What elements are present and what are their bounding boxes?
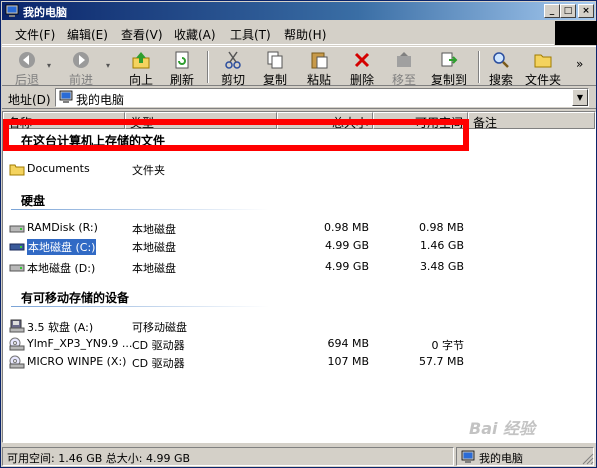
column-header-notes[interactable]: 备注 bbox=[468, 112, 595, 130]
toolbar-overflow-chevron[interactable]: » bbox=[576, 57, 583, 71]
resize-grip-icon[interactable] bbox=[582, 453, 594, 465]
refresh-button[interactable]: 刷新 bbox=[165, 50, 199, 87]
up-folder-icon bbox=[132, 52, 150, 69]
copy-icon bbox=[267, 51, 283, 69]
floppy-icon bbox=[9, 319, 25, 333]
folders-button[interactable]: 文件夹 bbox=[523, 50, 563, 87]
copy-to-button[interactable]: 复制到 bbox=[427, 50, 471, 87]
toolbar-separator bbox=[207, 51, 209, 83]
menu-edit[interactable]: 编辑(E) bbox=[67, 26, 108, 43]
move-to-icon bbox=[397, 52, 411, 67]
group-header-removable: 有可移动存储的设备 bbox=[21, 291, 130, 305]
my-computer-icon bbox=[461, 450, 475, 463]
folder-icon bbox=[534, 54, 552, 68]
copy-button[interactable]: 复制 bbox=[258, 50, 292, 87]
list-item-ramdisk[interactable]: RAMDisk (R:) 本地磁盘 0.98 MB 0.98 MB bbox=[9, 219, 469, 237]
menu-tools[interactable]: 工具(T) bbox=[230, 26, 271, 43]
search-button[interactable]: 搜索 bbox=[484, 50, 518, 87]
drive-icon bbox=[9, 225, 25, 233]
forward-dropdown-icon[interactable]: ▾ bbox=[106, 61, 110, 70]
address-label: 地址(D) bbox=[8, 93, 51, 107]
scissors-icon bbox=[225, 51, 241, 69]
folder-icon bbox=[9, 164, 25, 176]
status-location: 我的电脑 bbox=[456, 447, 594, 466]
status-bar: 可用空间: 1.46 GB 总大小: 4.99 GB 我的电脑 bbox=[2, 446, 596, 467]
cd-icon bbox=[9, 337, 25, 351]
cd-icon bbox=[9, 355, 25, 369]
status-location-label: 我的电脑 bbox=[479, 452, 523, 465]
delete-x-icon bbox=[354, 52, 370, 68]
group-header-hard-disks: 硬盘 bbox=[21, 194, 46, 208]
toolbar-separator bbox=[478, 51, 480, 83]
list-item-documents[interactable]: Documents 文件夹 bbox=[9, 160, 469, 178]
paste-button[interactable]: 粘贴 bbox=[302, 50, 336, 87]
back-dropdown-icon[interactable]: ▾ bbox=[47, 61, 51, 70]
my-computer-icon bbox=[59, 90, 73, 103]
address-bar: 地址(D) 我的电脑 ▼ bbox=[2, 87, 596, 109]
windows-logo-area bbox=[555, 21, 597, 45]
menu-favorites[interactable]: 收藏(A) bbox=[174, 26, 216, 43]
file-list-view[interactable]: 名称 类型 总大小 可用空间 备注 在这台计算机上存储的文件 Documents… bbox=[2, 111, 596, 443]
address-dropdown-button[interactable]: ▼ bbox=[572, 89, 588, 106]
title-bar[interactable]: 我的电脑 _ □ × bbox=[2, 2, 595, 20]
drive-icon bbox=[9, 243, 25, 251]
menu-file[interactable]: 文件(F) bbox=[15, 26, 55, 43]
forward-button[interactable]: 前进 bbox=[64, 50, 98, 87]
group-divider bbox=[11, 306, 269, 307]
menu-bar: 文件(F) 编辑(E) 查看(V) 收藏(A) 工具(T) 帮助(H) bbox=[2, 21, 554, 45]
status-text: 可用空间: 1.46 GB 总大小: 4.99 GB bbox=[2, 447, 454, 466]
list-item-floppy-a[interactable]: 3.5 软盘 (A:) 可移动磁盘 bbox=[9, 317, 469, 335]
address-field[interactable]: 我的电脑 ▼ bbox=[55, 88, 589, 107]
back-arrow-icon bbox=[19, 52, 35, 68]
group-divider bbox=[11, 209, 269, 210]
move-to-button[interactable]: 移至 bbox=[387, 50, 421, 87]
toolbar: 后退 ▾ 前进 ▾ 向上 刷新 剪切 复制 粘贴 删除 移至 复制到 搜索 文件… bbox=[2, 46, 596, 87]
minimize-button[interactable]: _ bbox=[544, 4, 560, 18]
menu-view[interactable]: 查看(V) bbox=[121, 26, 163, 43]
address-value: 我的电脑 bbox=[76, 93, 125, 107]
list-item-drive-d[interactable]: 本地磁盘 (D:) 本地磁盘 4.99 GB 3.48 GB bbox=[9, 258, 469, 276]
up-button[interactable]: 向上 bbox=[124, 50, 158, 87]
menu-help[interactable]: 帮助(H) bbox=[284, 26, 326, 43]
search-icon bbox=[493, 52, 509, 68]
maximize-button[interactable]: □ bbox=[560, 4, 576, 18]
back-button[interactable]: 后退 bbox=[10, 50, 44, 87]
cut-button[interactable]: 剪切 bbox=[216, 50, 250, 87]
delete-button[interactable]: 删除 bbox=[345, 50, 379, 87]
refresh-icon bbox=[175, 51, 189, 69]
red-annotation-box bbox=[3, 119, 469, 151]
forward-arrow-icon bbox=[73, 52, 89, 68]
list-item-cd-winpe[interactable]: MICRO WINPE (X:) CD 驱动器 107 MB 57.7 MB bbox=[9, 353, 469, 371]
copy-to-icon bbox=[441, 52, 458, 67]
my-computer-icon bbox=[5, 4, 19, 17]
list-item-drive-c[interactable]: 本地磁盘 (C:) 本地磁盘 4.99 GB 1.46 GB bbox=[9, 237, 469, 255]
close-button[interactable]: × bbox=[578, 4, 594, 18]
explorer-window: 我的电脑 _ □ × 文件(F) 编辑(E) 查看(V) 收藏(A) 工具(T)… bbox=[0, 0, 597, 468]
watermark: Bai 经验 bbox=[469, 419, 536, 438]
clipboard-icon bbox=[311, 52, 328, 69]
list-item-cd-ylmf[interactable]: YlmF_XP3_YN9.9 ... CD 驱动器 694 MB 0 字节 bbox=[9, 335, 469, 353]
window-title: 我的电脑 bbox=[23, 6, 67, 19]
drive-icon bbox=[9, 264, 25, 272]
